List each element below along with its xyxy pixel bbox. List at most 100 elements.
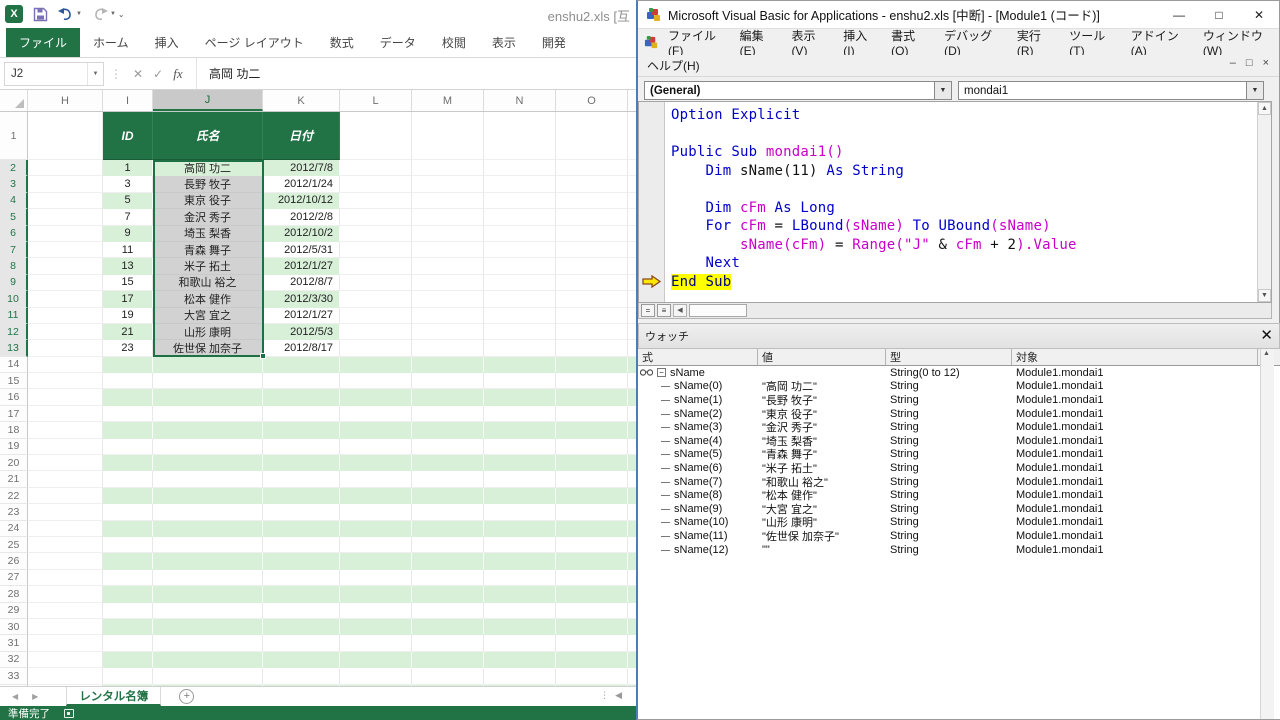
grid-cell[interactable] [484, 340, 556, 356]
row-header[interactable]: 19 [0, 439, 28, 455]
grid-cell[interactable] [263, 570, 340, 586]
menu-item[interactable]: ヘルプ(H) [638, 57, 709, 74]
menu-item[interactable]: デバッグ(D) [935, 27, 1008, 58]
grid-cell[interactable] [484, 176, 556, 192]
watch-close-icon[interactable]: ✕ [1260, 327, 1273, 345]
grid-cell[interactable]: ID [103, 112, 153, 160]
column-header[interactable]: N [484, 90, 556, 111]
grid-cell[interactable] [153, 504, 263, 520]
menu-item[interactable]: ウィンドウ(W) [1194, 27, 1279, 58]
row-header[interactable]: 9 [0, 275, 28, 291]
watch-row[interactable]: sName(10)"山形 康明"StringModule1.mondai1 [638, 516, 1258, 530]
grid-cell[interactable] [412, 258, 484, 274]
row-header[interactable]: 17 [0, 406, 28, 422]
row-header[interactable]: 8 [0, 258, 28, 274]
grid-cell[interactable] [556, 340, 628, 356]
grid-cell[interactable] [28, 193, 103, 209]
grid-cell[interactable]: 17 [103, 291, 153, 307]
ribbon-tab-2[interactable]: 挿入 [142, 28, 192, 57]
grid-cell[interactable]: 山形 康明 [153, 324, 263, 340]
mdi-minimize-icon[interactable]: – [1230, 57, 1236, 69]
grid-cell[interactable] [153, 603, 263, 619]
grid-cell[interactable] [340, 570, 412, 586]
grid-cell[interactable] [340, 455, 412, 471]
save-icon[interactable] [33, 7, 48, 22]
grid-cell[interactable]: 21 [103, 324, 153, 340]
grid-cell[interactable] [28, 652, 103, 668]
row-header[interactable]: 10 [0, 291, 28, 307]
grid-cell[interactable] [263, 455, 340, 471]
ribbon-tab-3[interactable]: ページ レイアウト [192, 28, 317, 57]
grid-cell[interactable] [153, 439, 263, 455]
grid-cell[interactable] [556, 422, 628, 438]
grid-cell[interactable] [484, 373, 556, 389]
watch-row[interactable]: sName(4)"埼玉 梨香"StringModule1.mondai1 [638, 434, 1258, 448]
watch-row[interactable]: sName(3)"金沢 秀子"StringModule1.mondai1 [638, 420, 1258, 434]
ribbon-tab-8[interactable]: 開発 [529, 28, 579, 57]
grid-cell[interactable] [556, 226, 628, 242]
column-header[interactable]: O [556, 90, 628, 111]
mdi-close-icon[interactable]: × [1263, 57, 1269, 69]
grid-cell[interactable] [412, 488, 484, 504]
grid-cell[interactable] [412, 668, 484, 684]
grid-cell[interactable] [28, 373, 103, 389]
grid-cell[interactable] [153, 521, 263, 537]
undo-button[interactable]: ▼ [58, 7, 82, 21]
grid-cell[interactable] [153, 635, 263, 651]
grid-cell[interactable] [28, 455, 103, 471]
row-header[interactable]: 27 [0, 570, 28, 586]
grid-cell[interactable] [412, 160, 484, 176]
grid-cell[interactable] [556, 258, 628, 274]
grid-cell[interactable] [28, 176, 103, 192]
grid-cell[interactable] [340, 521, 412, 537]
grid-cell[interactable] [484, 406, 556, 422]
grid-cell[interactable] [28, 635, 103, 651]
code-vscrollbar[interactable]: ▲ ▼ [1257, 102, 1271, 302]
row-header[interactable]: 1 [0, 112, 28, 160]
grid-cell[interactable] [263, 553, 340, 569]
grid-cell[interactable] [484, 439, 556, 455]
ribbon-tab-6[interactable]: 校閲 [429, 28, 479, 57]
grid-cell[interactable] [556, 439, 628, 455]
grid-cell[interactable] [103, 439, 153, 455]
grid-cell[interactable] [556, 112, 628, 160]
grid-cell[interactable] [103, 504, 153, 520]
grid-cell[interactable] [556, 488, 628, 504]
grid-cell[interactable] [412, 635, 484, 651]
grid-cell[interactable] [103, 635, 153, 651]
grid-cell[interactable] [556, 603, 628, 619]
grid-cell[interactable] [103, 652, 153, 668]
grid-cell[interactable]: 長野 牧子 [153, 176, 263, 192]
grid-cell[interactable] [340, 603, 412, 619]
grid-cell[interactable] [412, 570, 484, 586]
grid-cell[interactable] [153, 373, 263, 389]
grid-cell[interactable] [28, 553, 103, 569]
sheet-tab[interactable]: レンタル名簿 [66, 687, 161, 706]
grid-cell[interactable] [340, 406, 412, 422]
procedure-dropdown[interactable]: mondai1 ▼ [958, 81, 1264, 100]
grid-cell[interactable]: 金沢 秀子 [153, 209, 263, 225]
insert-function-icon[interactable]: fx [168, 66, 188, 82]
grid-cell[interactable] [484, 537, 556, 553]
grid-cell[interactable] [340, 275, 412, 291]
grid-cell[interactable] [340, 652, 412, 668]
ribbon-tab-5[interactable]: データ [367, 28, 429, 57]
grid-cell[interactable] [412, 324, 484, 340]
watch-column-header[interactable]: 型 [886, 349, 1012, 365]
grid-cell[interactable] [28, 603, 103, 619]
grid-cell[interactable] [340, 226, 412, 242]
grid-cell[interactable] [263, 373, 340, 389]
grid-cell[interactable] [340, 176, 412, 192]
grid-cell[interactable]: 佐世保 加奈子 [153, 340, 263, 356]
grid-cell[interactable] [340, 258, 412, 274]
grid-cell[interactable] [263, 521, 340, 537]
grid-cell[interactable] [484, 275, 556, 291]
grid-cell[interactable] [28, 406, 103, 422]
row-header[interactable]: 22 [0, 488, 28, 504]
watch-row[interactable]: −sNameString(0 to 12)Module1.mondai1 [638, 366, 1258, 380]
grid-cell[interactable] [484, 258, 556, 274]
grid-cell[interactable] [28, 586, 103, 602]
grid-cell[interactable] [153, 652, 263, 668]
grid-cell[interactable]: 大宮 宜之 [153, 308, 263, 324]
select-all-corner[interactable] [0, 90, 28, 111]
